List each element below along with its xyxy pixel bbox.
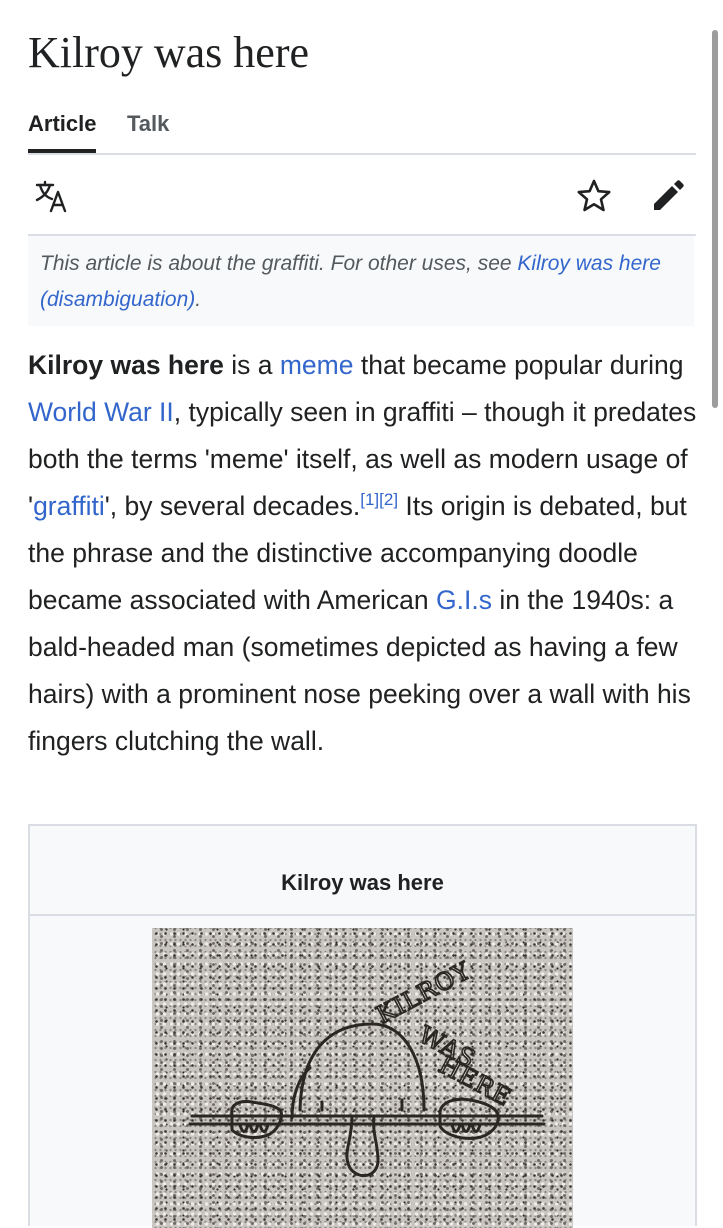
reference-2-link[interactable]: [2] [379,490,398,509]
hatnote: This article is about the graffiti. For … [28,236,694,326]
scrollbar[interactable] [712,30,718,408]
language-icon[interactable] [34,178,70,214]
hatnote-text: This article is about the graffiti. For … [40,252,518,275]
reference-1-link[interactable]: [1] [360,490,379,509]
page-actions-toolbar [28,170,696,236]
world-war-ii-link[interactable]: World War II [28,397,174,427]
lead-paragraph: Kilroy was here is a meme that became po… [28,342,700,765]
kilroy-image-text: KILROY [372,956,476,1029]
kilroy-doodle-drawing: KILROY WAS HERE [188,955,546,1177]
page-tabs: Article Talk [28,105,696,155]
lead-text: is a [223,350,280,380]
lead-text: ', by several decades. [104,491,361,521]
kilroy-engraving-image[interactable]: KILROY WAS HERE [152,928,573,1228]
gis-link[interactable]: G.I.s [436,585,492,615]
hatnote-period: . [195,288,202,311]
page-title: Kilroy was here [28,28,310,77]
graffiti-link[interactable]: graffiti [33,491,105,521]
tab-talk[interactable]: Talk [127,111,169,149]
infobox: Kilroy was here KILROY WAS HERE [28,824,697,1228]
star-icon[interactable] [576,178,612,214]
lead-bold-term: Kilroy was here [28,350,224,380]
edit-pencil-icon[interactable] [650,178,686,214]
meme-link[interactable]: meme [280,350,354,380]
lead-text: that became popular during [353,350,684,380]
infobox-title: Kilroy was here [30,826,695,916]
tab-article[interactable]: Article [28,111,97,153]
